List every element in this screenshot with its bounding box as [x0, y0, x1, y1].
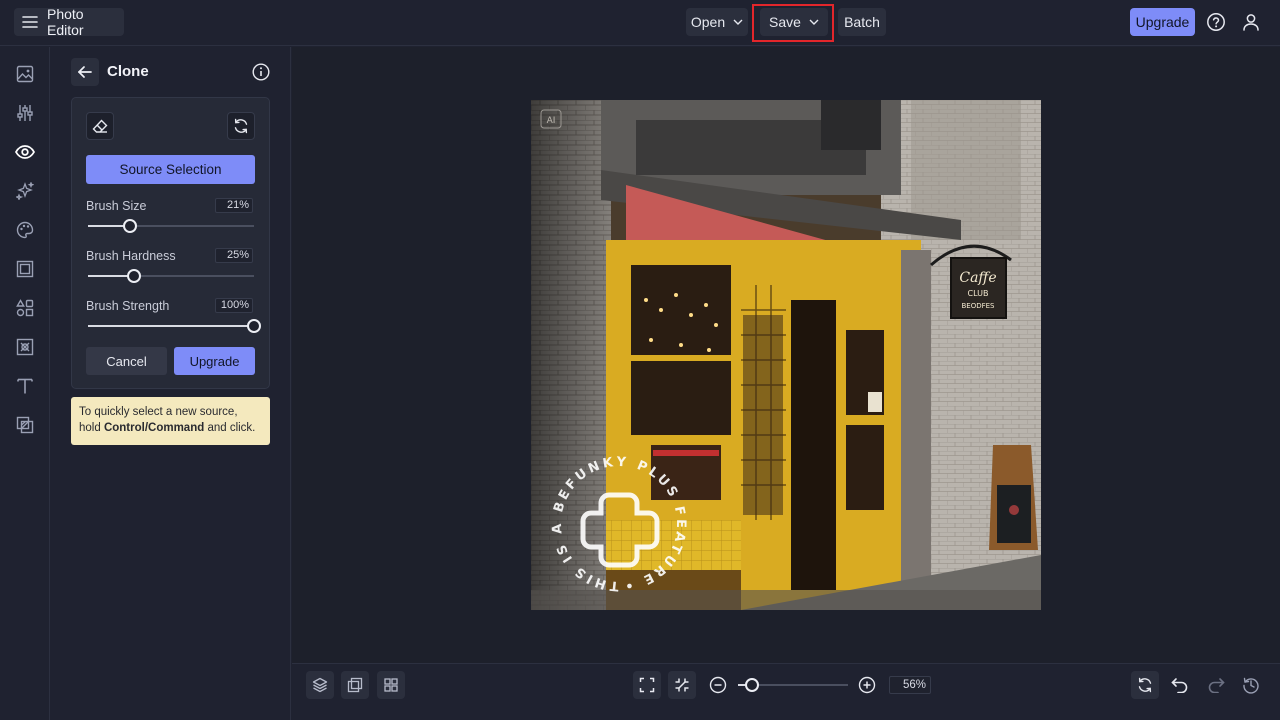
open-label: Open [690, 14, 726, 30]
sign-club-text: CLUB [968, 289, 989, 298]
brush-size-value[interactable]: 21% [215, 198, 253, 213]
brush-size-number: 21 [226, 199, 240, 211]
collapse-icon [674, 677, 690, 693]
sliders-icon[interactable] [13, 101, 37, 125]
batch-label: Batch [844, 14, 880, 30]
grid-icon [384, 678, 398, 692]
brush-strength-value[interactable]: 100% [215, 298, 253, 313]
brush-strength-unit: % [239, 299, 249, 311]
shapes-icon[interactable] [13, 296, 37, 320]
brush-hardness-value[interactable]: 25% [215, 248, 253, 263]
help-circle-icon[interactable] [1204, 10, 1228, 34]
hamburger-menu-icon [22, 15, 38, 29]
arrow-left-icon [78, 66, 92, 78]
cancel-button[interactable]: Cancel [86, 347, 167, 375]
brush-strength-fill [88, 325, 254, 327]
brush-hardness-label: Brush Hardness [86, 249, 176, 263]
chevron-down-icon [733, 19, 743, 25]
texture-icon[interactable] [13, 335, 37, 359]
layers-button[interactable] [306, 671, 334, 699]
brush-size-label: Brush Size [86, 199, 147, 213]
brush-hardness-slider[interactable] [88, 269, 254, 283]
panel-title: Clone [107, 63, 149, 80]
canvas-area[interactable]: Caffe CLUB BEODFES THIS IS A BEFUNKY PLU… [292, 47, 1280, 663]
save-highlight-box [752, 4, 834, 42]
tip-shortcut: Control/Command [103, 422, 205, 434]
upgrade-button[interactable]: Upgrade [174, 347, 255, 375]
sparkles-icon[interactable] [13, 179, 37, 203]
clone-panel: Clone Source Selection Brush Size 21% Br… [51, 47, 291, 720]
source-selection-button[interactable]: Source Selection [86, 155, 255, 184]
app-menu-button[interactable]: Photo Editor [14, 6, 124, 38]
refresh-icon [233, 118, 249, 134]
layers-icon [312, 677, 328, 693]
brush-size-slider[interactable] [88, 219, 254, 233]
palette-icon[interactable] [13, 218, 37, 242]
zoom-unit: % [915, 679, 926, 691]
reset-button[interactable] [227, 112, 255, 140]
zoom-number: 56 [902, 679, 916, 691]
refresh-icon [1137, 677, 1153, 693]
zoom-out-icon [709, 676, 727, 694]
tip-text-end: and click. [204, 422, 256, 434]
upgrade-header-button[interactable]: Upgrade [1130, 8, 1195, 36]
open-button[interactable]: Open [686, 8, 748, 36]
brush-strength-number: 100 [220, 299, 240, 311]
expand-icon [639, 677, 655, 693]
reset-image-button[interactable] [1131, 671, 1159, 699]
history-button[interactable] [1237, 671, 1265, 699]
cafe-photo: Caffe CLUB BEODFES THIS IS A BEFUNKY PLU… [531, 100, 1041, 610]
frame-icon[interactable] [13, 257, 37, 281]
eye-icon[interactable] [13, 140, 37, 164]
fit-screen-button[interactable] [633, 671, 661, 699]
zoom-out-button[interactable] [704, 671, 732, 699]
brush-size-thumb[interactable] [122, 219, 137, 233]
top-bar: Photo Editor Open Save Batch Upgrade [0, 0, 1280, 46]
brush-hardness-unit: % [239, 249, 249, 261]
bottom-toolbar: 56% [292, 663, 1280, 705]
tip-box: To quickly select a new source, hold Con… [71, 397, 270, 445]
sign-cafe-text: Caffe [959, 270, 996, 286]
zoom-in-button[interactable] [853, 671, 881, 699]
eraser-icon [92, 119, 108, 133]
zoom-thumb[interactable] [745, 678, 760, 692]
brush-size-unit: % [239, 199, 249, 211]
svg-text:AI: AI [547, 116, 556, 126]
brush-strength-thumb[interactable] [247, 319, 261, 333]
zoom-in-icon [858, 676, 876, 694]
user-icon[interactable] [1239, 10, 1263, 34]
app-title: Photo Editor [47, 6, 84, 38]
grid-button[interactable] [377, 671, 405, 699]
text-icon[interactable] [13, 374, 37, 398]
compare-button[interactable] [341, 671, 369, 699]
eraser-button[interactable] [86, 112, 114, 140]
compare-icon [347, 677, 363, 693]
clone-settings-card: Source Selection Brush Size 21% Brush Ha… [71, 97, 270, 389]
redo-button[interactable] [1202, 671, 1230, 699]
redo-icon [1207, 677, 1225, 693]
photo-canvas[interactable]: Caffe CLUB BEODFES THIS IS A BEFUNKY PLU… [531, 100, 1041, 610]
image-icon[interactable] [13, 62, 37, 86]
brush-hardness-thumb[interactable] [127, 269, 142, 283]
info-icon[interactable] [252, 63, 270, 81]
undo-button[interactable] [1166, 671, 1194, 699]
batch-button[interactable]: Batch [838, 8, 886, 36]
brush-hardness-number: 25 [226, 249, 240, 261]
history-icon [1242, 676, 1260, 694]
zoom-value-field[interactable]: 56% [889, 676, 931, 694]
back-button[interactable] [71, 58, 99, 86]
graphics-icon[interactable] [13, 413, 37, 437]
zoom-slider[interactable] [738, 678, 848, 692]
tool-rail [0, 47, 50, 720]
undo-icon [1171, 677, 1189, 693]
actual-size-button[interactable] [668, 671, 696, 699]
brush-strength-slider[interactable] [88, 319, 261, 333]
brush-strength-label: Brush Strength [86, 299, 170, 313]
sign-beodfes-text: BEODFES [961, 302, 995, 310]
